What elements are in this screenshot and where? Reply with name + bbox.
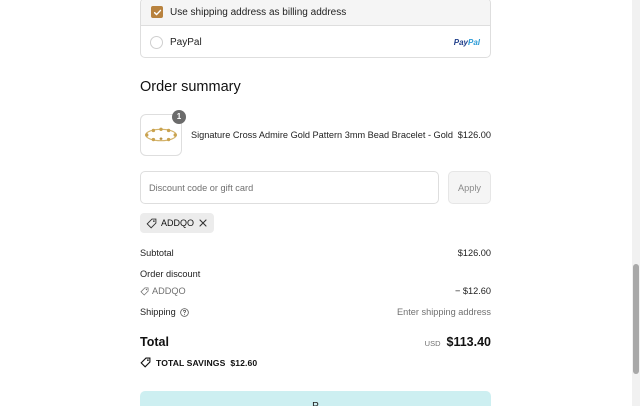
paypal-option[interactable]: PayPal PayPal (141, 26, 490, 57)
shipping-row: Shipping Enter shipping address (140, 307, 491, 317)
close-icon (199, 219, 207, 227)
check-icon (153, 9, 161, 15)
scrollbar-thumb[interactable] (633, 264, 639, 374)
tag-icon (146, 218, 157, 228)
subtotal-label: Subtotal (140, 248, 174, 258)
tag-icon (140, 287, 149, 296)
total-label: Total (140, 335, 169, 349)
subtotal-row: Subtotal $126.00 (140, 248, 491, 258)
billing-checkbox-label: Use shipping address as billing address (170, 6, 347, 18)
paypal-logo-pay: Pay (453, 38, 468, 47)
total-savings-amount: $12.60 (230, 357, 258, 368)
bracelet-image (145, 127, 177, 141)
pay-now-button[interactable]: P (140, 391, 491, 406)
total-savings-row: TOTAL SAVINGS $12.60 (140, 357, 257, 368)
order-discount-row: Order discount (140, 269, 491, 279)
pay-now-label: P (312, 401, 319, 406)
paypal-label: PayPal (170, 37, 202, 48)
product-name: Signature Cross Admire Gold Pattern 3mm … (191, 129, 453, 140)
total-amount: $113.40 (446, 335, 492, 349)
billing-checkbox[interactable] (151, 6, 163, 18)
discount-value: − $12.60 (454, 286, 491, 296)
discount-code-row: ADDQO − $12.60 (140, 286, 491, 296)
total-savings-label: TOTAL SAVINGS (156, 357, 226, 368)
subtotal-value: $126.00 (457, 248, 491, 258)
order-item: 1 Signature Cross Admire Gold Pattern 3m… (140, 109, 491, 156)
applied-discount-chip: ADDQO (140, 213, 214, 233)
billing-address-option[interactable]: Use shipping address as billing address (141, 0, 490, 26)
payment-method-box: Use shipping address as billing address … (140, 0, 491, 58)
shipping-value: Enter shipping address (397, 307, 491, 317)
discount-code-text: ADDQO (152, 286, 186, 296)
help-icon[interactable] (179, 307, 189, 317)
total-row: Total USD $113.40 (140, 335, 491, 349)
remove-discount-button[interactable] (199, 219, 207, 227)
shipping-label: Shipping (140, 307, 176, 317)
quantity-badge: 1 (172, 109, 186, 124)
paypal-logo-pal: Pal (467, 38, 480, 47)
paypal-logo: PayPal (454, 38, 480, 47)
discount-code-input[interactable] (140, 171, 439, 204)
product-thumbnail: 1 (140, 109, 186, 156)
radio-icon[interactable] (150, 36, 163, 49)
applied-discount-code: ADDQO (161, 218, 195, 228)
product-price: $126.00 (457, 129, 491, 140)
order-discount-label: Order discount (140, 269, 201, 279)
savings-tag-icon (140, 357, 151, 368)
currency-code: USD (424, 339, 441, 348)
apply-discount-button[interactable]: Apply (448, 171, 491, 204)
order-summary-title: Order summary (140, 79, 241, 95)
